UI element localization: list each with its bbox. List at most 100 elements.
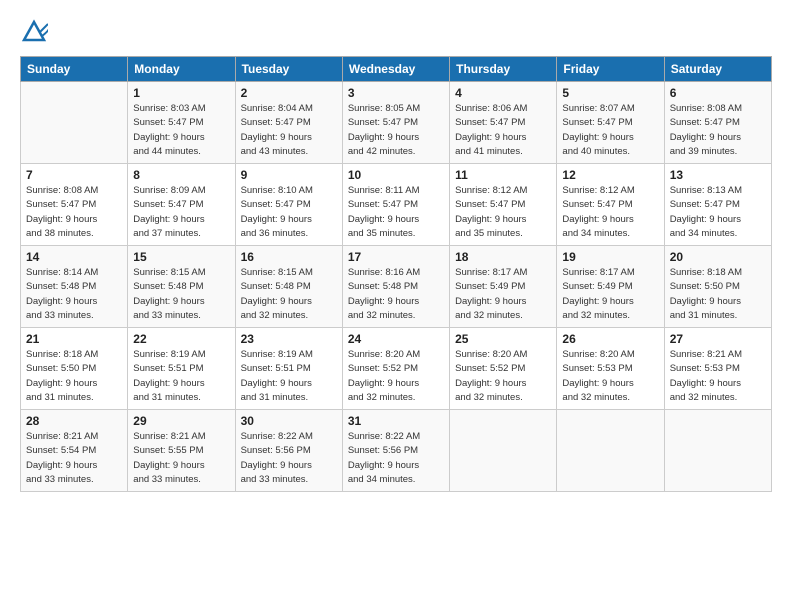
day-number: 6 <box>670 86 766 100</box>
daylight-text-2: and 36 minutes. <box>241 227 337 241</box>
daylight-text-2: and 33 minutes. <box>241 473 337 487</box>
daylight-text-2: and 34 minutes. <box>562 227 658 241</box>
sunset-text: Sunset: 5:49 PM <box>562 280 658 294</box>
sunset-text: Sunset: 5:47 PM <box>133 116 229 130</box>
day-info: Sunrise: 8:07 AMSunset: 5:47 PMDaylight:… <box>562 102 658 159</box>
sunrise-text: Sunrise: 8:22 AM <box>241 430 337 444</box>
calendar-cell: 8Sunrise: 8:09 AMSunset: 5:47 PMDaylight… <box>128 164 235 246</box>
day-number: 9 <box>241 168 337 182</box>
day-info: Sunrise: 8:20 AMSunset: 5:52 PMDaylight:… <box>348 348 444 405</box>
daylight-text-2: and 39 minutes. <box>670 145 766 159</box>
weekday-header-row: SundayMondayTuesdayWednesdayThursdayFrid… <box>21 57 772 82</box>
daylight-text: Daylight: 9 hours <box>241 459 337 473</box>
daylight-text-2: and 37 minutes. <box>133 227 229 241</box>
sunrise-text: Sunrise: 8:16 AM <box>348 266 444 280</box>
weekday-header-monday: Monday <box>128 57 235 82</box>
header <box>20 18 772 46</box>
daylight-text: Daylight: 9 hours <box>670 377 766 391</box>
daylight-text-2: and 32 minutes. <box>455 309 551 323</box>
day-number: 25 <box>455 332 551 346</box>
sunrise-text: Sunrise: 8:04 AM <box>241 102 337 116</box>
day-info: Sunrise: 8:22 AMSunset: 5:56 PMDaylight:… <box>348 430 444 487</box>
calendar-cell <box>450 410 557 492</box>
daylight-text: Daylight: 9 hours <box>670 131 766 145</box>
sunset-text: Sunset: 5:47 PM <box>562 116 658 130</box>
daylight-text-2: and 31 minutes. <box>241 391 337 405</box>
calendar-week-3: 14Sunrise: 8:14 AMSunset: 5:48 PMDayligh… <box>21 246 772 328</box>
sunset-text: Sunset: 5:47 PM <box>133 198 229 212</box>
calendar-cell: 31Sunrise: 8:22 AMSunset: 5:56 PMDayligh… <box>342 410 449 492</box>
day-info: Sunrise: 8:12 AMSunset: 5:47 PMDaylight:… <box>562 184 658 241</box>
sunset-text: Sunset: 5:48 PM <box>26 280 122 294</box>
daylight-text: Daylight: 9 hours <box>241 295 337 309</box>
sunset-text: Sunset: 5:47 PM <box>348 116 444 130</box>
sunrise-text: Sunrise: 8:06 AM <box>455 102 551 116</box>
calendar-cell: 25Sunrise: 8:20 AMSunset: 5:52 PMDayligh… <box>450 328 557 410</box>
sunset-text: Sunset: 5:47 PM <box>455 198 551 212</box>
calendar-week-2: 7Sunrise: 8:08 AMSunset: 5:47 PMDaylight… <box>21 164 772 246</box>
calendar-cell: 9 Sunrise: 8:10 AMSunset: 5:47 PMDaylight… <box>235 164 342 246</box>
daylight-text-2: and 31 minutes. <box>133 391 229 405</box>
weekday-header-thursday: Thursday <box>450 57 557 82</box>
sunrise-text: Sunrise: 8:08 AM <box>26 184 122 198</box>
sunrise-text: Sunrise: 8:09 AM <box>133 184 229 198</box>
sunset-text: Sunset: 5:56 PM <box>348 444 444 458</box>
day-number: 29 <box>133 414 229 428</box>
daylight-text-2: and 32 minutes. <box>348 391 444 405</box>
calendar-week-4: 21Sunrise: 8:18 AMSunset: 5:50 PMDayligh… <box>21 328 772 410</box>
sunrise-text: Sunrise: 8:21 AM <box>133 430 229 444</box>
calendar-cell: 24 Sunrise: 8:20 AMSunset: 5:52 PMDayligh… <box>342 328 449 410</box>
sunset-text: Sunset: 5:48 PM <box>133 280 229 294</box>
calendar-cell: 15Sunrise: 8:15 AMSunset: 5:48 PMDayligh… <box>128 246 235 328</box>
calendar-cell: 27Sunrise: 8:21 AMSunset: 5:53 PMDayligh… <box>664 328 771 410</box>
daylight-text-2: and 35 minutes. <box>348 227 444 241</box>
sunset-text: Sunset: 5:54 PM <box>26 444 122 458</box>
sunrise-text: Sunrise: 8:14 AM <box>26 266 122 280</box>
day-info: Sunrise: 8:04 AMSunset: 5:47 PMDaylight:… <box>241 102 337 159</box>
daylight-text-2: and 32 minutes. <box>348 309 444 323</box>
sunset-text: Sunset: 5:48 PM <box>348 280 444 294</box>
daylight-text: Daylight: 9 hours <box>133 377 229 391</box>
sunrise-text: Sunrise: 8:21 AM <box>670 348 766 362</box>
weekday-header-friday: Friday <box>557 57 664 82</box>
sunset-text: Sunset: 5:51 PM <box>241 362 337 376</box>
sunset-text: Sunset: 5:48 PM <box>241 280 337 294</box>
day-info: Sunrise: 8:21 AMSunset: 5:55 PMDaylight:… <box>133 430 229 487</box>
day-info: Sunrise: 8:18 AMSunset: 5:50 PMDaylight:… <box>670 266 766 323</box>
sunset-text: Sunset: 5:52 PM <box>348 362 444 376</box>
daylight-text-2: and 44 minutes. <box>133 145 229 159</box>
calendar-cell <box>664 410 771 492</box>
day-number: 10 <box>348 168 444 182</box>
daylight-text-2: and 32 minutes. <box>562 309 658 323</box>
day-info: Sunrise: 8:21 AMSunset: 5:53 PMDaylight:… <box>670 348 766 405</box>
day-number: 24 <box>348 332 444 346</box>
sunrise-text: Sunrise: 8:12 AM <box>455 184 551 198</box>
daylight-text-2: and 40 minutes. <box>562 145 658 159</box>
sunrise-text: Sunrise: 8:18 AM <box>26 348 122 362</box>
weekday-header-sunday: Sunday <box>21 57 128 82</box>
day-info: Sunrise: 8:15 AMSunset: 5:48 PMDaylight:… <box>133 266 229 323</box>
daylight-text: Daylight: 9 hours <box>562 377 658 391</box>
calendar-cell: 12Sunrise: 8:12 AMSunset: 5:47 PMDayligh… <box>557 164 664 246</box>
daylight-text-2: and 31 minutes. <box>26 391 122 405</box>
sunrise-text: Sunrise: 8:12 AM <box>562 184 658 198</box>
sunset-text: Sunset: 5:47 PM <box>26 198 122 212</box>
sunset-text: Sunset: 5:53 PM <box>670 362 766 376</box>
daylight-text-2: and 34 minutes. <box>670 227 766 241</box>
sunrise-text: Sunrise: 8:19 AM <box>133 348 229 362</box>
daylight-text: Daylight: 9 hours <box>670 295 766 309</box>
calendar-cell: 5Sunrise: 8:07 AMSunset: 5:47 PMDaylight… <box>557 82 664 164</box>
day-number: 30 <box>241 414 337 428</box>
day-number: 19 <box>562 250 658 264</box>
daylight-text-2: and 33 minutes. <box>133 309 229 323</box>
day-info: Sunrise: 8:10 AMSunset: 5:47 PMDaylight:… <box>241 184 337 241</box>
calendar-cell: 21Sunrise: 8:18 AMSunset: 5:50 PMDayligh… <box>21 328 128 410</box>
day-info: Sunrise: 8:15 AMSunset: 5:48 PMDaylight:… <box>241 266 337 323</box>
day-number: 11 <box>455 168 551 182</box>
sunrise-text: Sunrise: 8:18 AM <box>670 266 766 280</box>
day-number: 23 <box>241 332 337 346</box>
sunset-text: Sunset: 5:47 PM <box>670 198 766 212</box>
daylight-text: Daylight: 9 hours <box>348 377 444 391</box>
calendar-cell: 1Sunrise: 8:03 AMSunset: 5:47 PMDaylight… <box>128 82 235 164</box>
sunrise-text: Sunrise: 8:13 AM <box>670 184 766 198</box>
